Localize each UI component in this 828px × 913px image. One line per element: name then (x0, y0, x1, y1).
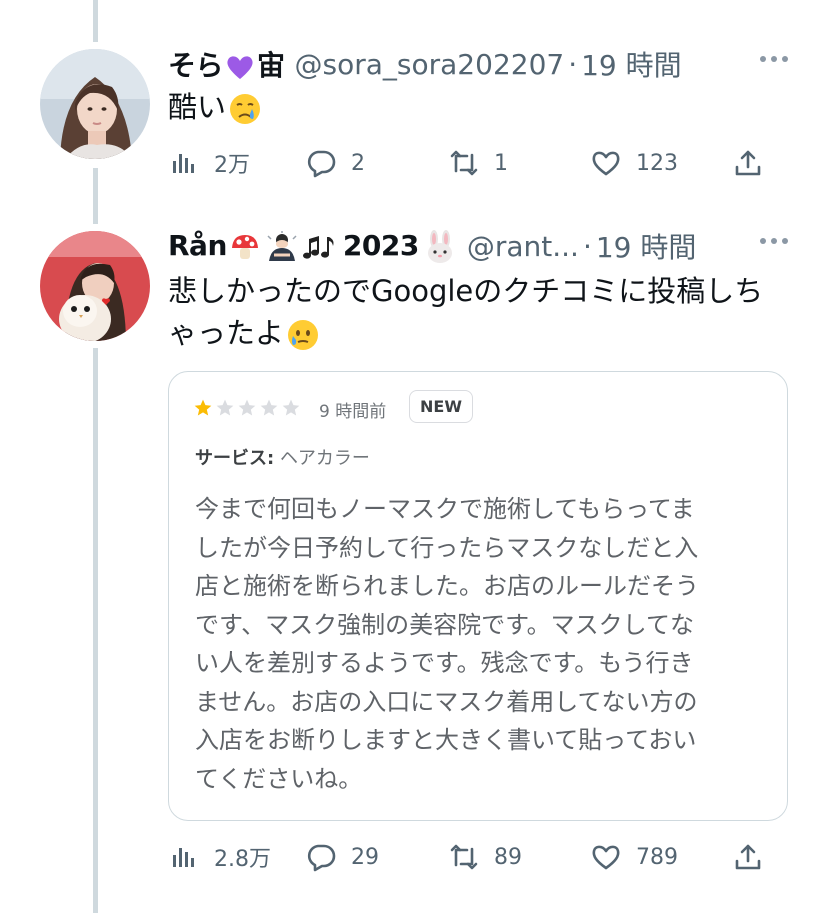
like-icon (592, 151, 620, 176)
tweet-text-line: ゃったよ (168, 312, 798, 354)
reply-icon (307, 150, 336, 178)
star-filled-icon (194, 399, 212, 416)
retweet-count: 1 (494, 150, 508, 176)
avatar[interactable] (40, 49, 150, 159)
review-line: い人を差別するようです。残念です。もう行き (195, 649, 694, 677)
views-button[interactable]: 2万 (168, 143, 250, 183)
reply-count: 29 (351, 844, 379, 870)
tweet-text-line: 悲しかったのでGoogleのクチコミに投稿しち (168, 274, 764, 308)
review-card[interactable]: 9 時間前 NEW サービス: ヘアカラー 今まで何回もノーマスクで施術してもら… (168, 371, 788, 821)
crying-face-emoji (230, 94, 261, 124)
tweet-actions: 2.8万 29 89 789 (168, 837, 788, 877)
separator: · (582, 229, 592, 263)
review-line: てくださいね。 (195, 764, 363, 793)
review-line: 店と施術を断られました。お店のルールだそう (195, 572, 699, 600)
tweet-text: 悲しかったのでGoogleのクチコミに投稿しち ゃったよ (168, 270, 798, 354)
retweet-icon (450, 844, 478, 870)
display-name[interactable]: Rån 2023 (168, 229, 457, 264)
review-line: 今まで何回もノーマスクで施術してもらってま (195, 495, 695, 523)
like-count: 123 (636, 150, 678, 176)
mushroom-emoji (231, 234, 258, 259)
purple-heart-emoji (227, 56, 253, 79)
reply-count: 2 (351, 150, 365, 176)
views-count: 2万 (214, 153, 250, 178)
reply-icon (307, 844, 336, 872)
musical-notes-emoji (302, 235, 334, 259)
person-bowing-emoji (267, 230, 297, 261)
user-handle[interactable]: @rant... (467, 230, 579, 263)
display-name[interactable]: そら宙 (168, 44, 285, 84)
avatar[interactable] (40, 231, 150, 341)
tweet[interactable]: そら宙 @sora_sora202207 · 19 時間 酷い 2万 2 1 1… (0, 44, 828, 189)
share-icon (735, 844, 761, 870)
review-line: 入店をお断りしますと大きく書いて貼っておい (195, 726, 697, 754)
views-button[interactable]: 2.8万 (168, 837, 271, 877)
star-empty-icon (238, 399, 256, 416)
timestamp[interactable]: 19 時間 (596, 226, 697, 266)
star-empty-icon (260, 399, 278, 416)
like-icon (592, 845, 620, 870)
views-icon (173, 848, 194, 867)
review-line: です、マスク強制の美容院です。マスクしてな (195, 610, 694, 639)
tweet-actions: 2万 2 1 123 (168, 143, 788, 183)
like-button[interactable]: 123 (590, 143, 678, 183)
share-icon (735, 150, 761, 176)
new-badge: NEW (409, 390, 473, 423)
tweet-header: Rån 2023 @rant... · 19 時間 (168, 226, 696, 266)
separator: · (568, 47, 578, 81)
more-icon[interactable] (760, 238, 788, 244)
timestamp[interactable]: 19 時間 (581, 44, 682, 84)
tweet-header: そら宙 @sora_sora202207 · 19 時間 (168, 44, 682, 84)
thread-line (93, 0, 98, 42)
like-count: 789 (636, 844, 678, 870)
reply-button[interactable]: 2 (305, 143, 365, 183)
review-line: ません。お店の入口にマスク着用してない方の (195, 687, 698, 716)
face-holding-back-tears-emoji (288, 320, 319, 350)
user-handle[interactable]: @sora_sora202207 (295, 48, 565, 81)
retweet-icon (450, 150, 478, 176)
reply-button[interactable]: 29 (305, 837, 379, 877)
service-value: ヘアカラー (279, 448, 370, 469)
share-button[interactable] (732, 837, 764, 877)
retweet-button[interactable]: 1 (448, 143, 508, 183)
tweet[interactable]: Rån 2023 @rant... · 19 時間 悲しかったのでGoogleのク… (0, 226, 828, 886)
tweet-text: 酷い (168, 86, 798, 128)
review-age: 9 時間前 (319, 402, 387, 422)
star-rating (193, 398, 301, 418)
retweet-button[interactable]: 89 (448, 837, 522, 877)
rabbit-emoji (427, 229, 452, 263)
service-info: サービス: ヘアカラー (195, 444, 370, 470)
views-icon (173, 154, 194, 173)
service-label: サービス: (195, 448, 275, 469)
more-icon[interactable] (760, 56, 788, 62)
like-button[interactable]: 789 (590, 837, 678, 877)
views-count: 2.8万 (214, 847, 271, 872)
retweet-count: 89 (494, 844, 522, 870)
star-empty-icon (216, 399, 234, 416)
review-line: したが今日予約して行ったらマスクなしだと入 (195, 533, 699, 562)
star-empty-icon (282, 399, 300, 416)
review-text: 今まで何回もノーマスクで施術してもらってま したが今日予約して行ったらマスクなし… (195, 490, 765, 798)
share-button[interactable] (732, 143, 764, 183)
